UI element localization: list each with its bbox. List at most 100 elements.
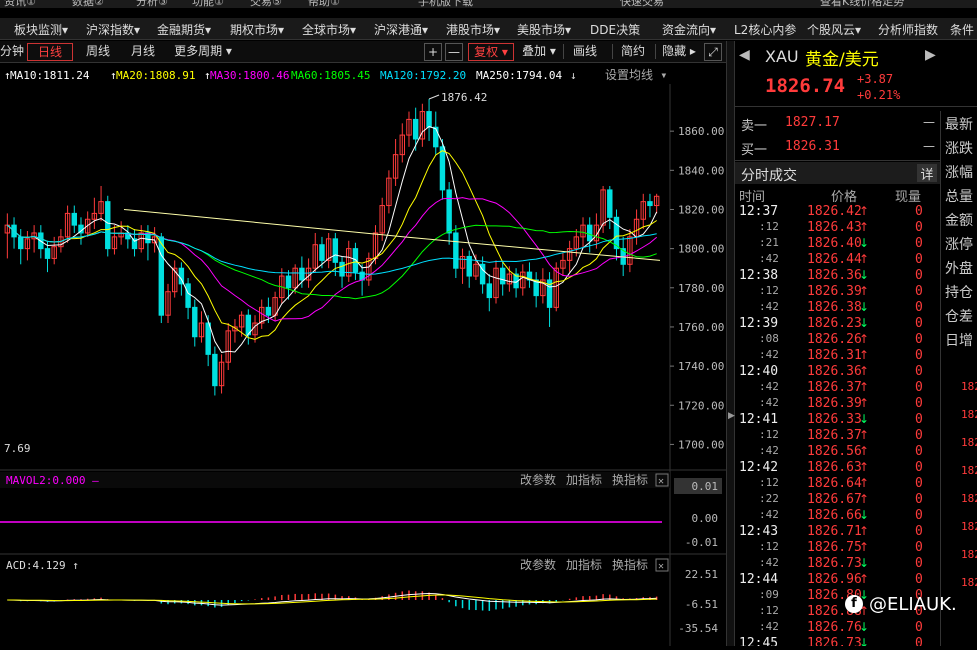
stat-label: 日增 (945, 333, 973, 349)
nav-item[interactable]: 资金流向▾ (662, 21, 716, 38)
collapse-handle-icon[interactable]: ▶ (728, 411, 735, 421)
ma-legend: MA250:1794.04 (476, 69, 562, 82)
simple-mode-button[interactable]: 简约 (616, 43, 650, 61)
price-axis-label: 1700.00 (678, 438, 724, 451)
tick-volume: 0 (915, 476, 923, 491)
tick-volume: 0 (915, 364, 923, 379)
overlay-dropdown[interactable]: 叠加 ▾ (518, 43, 560, 61)
top-menu-item[interactable]: 分析③ (136, 0, 168, 8)
tick-row: :12 1826.64 ↑ 0 (735, 476, 940, 492)
top-menu-item[interactable]: 快速交易 (620, 0, 664, 8)
more-periods-dropdown[interactable]: 更多周期 ▾ (168, 43, 238, 61)
tick-volume: 0 (915, 284, 923, 299)
tick-volume: 0 (915, 252, 923, 267)
tick-time: 12:40 (739, 364, 779, 379)
tick-direction-icon: ↓ (859, 300, 870, 314)
top-menu-item[interactable]: 查看K线价格走势 (820, 0, 904, 8)
tick-price: 1826.31 (807, 348, 862, 363)
tick-price: 1826.43 (807, 220, 862, 235)
tick-price: 1826.64 (807, 476, 862, 491)
quote-header: ◀ XAU 黄金/美元 ▶ 1826.74 +3.87 +0.21% (735, 41, 977, 107)
nav-item[interactable]: 沪深港通▾ (374, 21, 428, 38)
macd-swap-indicator: 换指标 (612, 557, 648, 572)
ticks-columns: 时间 价格 现量 (735, 186, 940, 205)
tick-price: 1826.37 (807, 428, 862, 443)
nav-item[interactable]: 个股风云▾ (807, 21, 861, 38)
ma-legend: MA20:1808.91 (116, 69, 195, 82)
tick-time: :08 (759, 332, 779, 345)
period-week-tab[interactable]: 周线 (77, 43, 119, 61)
tick-direction-icon: ↑ (859, 396, 870, 410)
ticks-detail-button[interactable]: 详 (917, 164, 937, 183)
draw-line-button[interactable]: 画线 (567, 43, 603, 61)
next-instrument-icon[interactable]: ▶ (925, 47, 936, 63)
nav-item[interactable]: 条件 (950, 21, 974, 38)
zoom-in-button[interactable]: + (424, 43, 442, 61)
tick-row: 12:41 1826.33 ↓ 0 (735, 412, 940, 428)
sell1-label: 卖一 (741, 119, 768, 134)
prev-instrument-icon[interactable]: ◀ (739, 47, 750, 63)
candle-body (185, 283, 191, 308)
nav-item[interactable]: 美股市场▾ (517, 21, 571, 38)
top-menu-item[interactable]: 交易⑤ (250, 0, 282, 8)
tick-volume: 0 (915, 380, 923, 395)
price-change-pct: +0.21% (857, 88, 901, 102)
top-menu-item[interactable]: 帮助① (308, 0, 340, 8)
top-menu-item[interactable]: 功能① (192, 0, 224, 8)
stat-value: 182 (961, 492, 977, 505)
ma-legend: ↓ (570, 69, 577, 82)
expand-icon[interactable]: ⤢ (704, 43, 722, 61)
tick-row: :12 1826.37 ↑ 0 (735, 428, 940, 444)
tick-time: :42 (759, 620, 779, 633)
nav-item[interactable]: DDE决策 (590, 21, 640, 38)
tick-time: :42 (759, 300, 779, 313)
top-menu-item[interactable]: 手机版下载 (418, 0, 473, 8)
tick-volume: 0 (915, 620, 923, 635)
tick-row: :21 1826.40 ↓ 0 (735, 236, 940, 252)
kline-chart-area[interactable]: ↑ MA10:1811.24 ↑ MA20:1808.91 ↑ MA30:1800.46 M… (0, 64, 726, 646)
stat-value: 182 (961, 576, 977, 589)
top-menu-item[interactable]: 资讯① (4, 0, 36, 8)
stat-label: 最新 (945, 117, 973, 133)
tick-row: :08 1826.26 ↑ 0 (735, 332, 940, 348)
tick-time: 12:37 (739, 204, 779, 219)
sell1-volume: — (923, 115, 935, 129)
nav-item[interactable]: L2核心内参 (734, 21, 796, 38)
tick-row: :12 1826.39 ↑ 0 (735, 284, 940, 300)
period-minute-tab[interactable]: 分钟 (0, 43, 24, 61)
facebook-icon: f (845, 595, 863, 613)
candle-body (446, 189, 452, 234)
tick-price: 1826.36 (807, 268, 862, 283)
zoom-out-button[interactable]: — (445, 43, 463, 61)
nav-item[interactable]: 沪深指数▾ (86, 21, 140, 38)
tick-time: :42 (759, 556, 779, 569)
stat-label: 外盘 (945, 261, 973, 277)
tick-volume: 0 (915, 236, 923, 251)
tick-direction-icon: ↑ (859, 252, 870, 266)
price-axis-label: 1800.00 (678, 243, 724, 256)
tick-time: :42 (759, 444, 779, 457)
nav-item[interactable]: 板块监测▾ (14, 21, 68, 38)
tick-row: 12:37 1826.42 ↑ 0 (735, 204, 940, 220)
tick-direction-icon: ↑ (859, 572, 870, 586)
nav-item[interactable]: 金融期货▾ (157, 21, 211, 38)
panel-splitter[interactable]: ▶ (726, 41, 735, 646)
period-day-tab[interactable]: 日线 (27, 43, 73, 61)
tick-price: 1826.71 (807, 524, 862, 539)
tick-row: 12:45 1826.73 ↓ 0 (735, 636, 940, 646)
adjust-dropdown[interactable]: 复权 ▾ (468, 43, 514, 61)
ticks-list[interactable]: 12:37 1826.42 ↑ 0:12 1826.43 ↑ 0:21 1826.40 ↓ 0:4… (735, 204, 940, 646)
ma10-line (6, 125, 658, 353)
nav-item[interactable]: 港股市场▾ (446, 21, 500, 38)
ma-legend: MA60:1805.45 (291, 69, 370, 82)
macd-close-glyph: ✕ (658, 561, 664, 572)
top-menu-item[interactable]: 数据② (72, 0, 104, 8)
tick-volume: 0 (915, 204, 923, 219)
period-month-tab[interactable]: 月线 (122, 43, 164, 61)
nav-item[interactable]: 期权市场▾ (230, 21, 284, 38)
macd-add-indicator: 加指标 (566, 557, 602, 572)
hide-panel-button[interactable]: 隐藏 ▸ (658, 43, 700, 61)
nav-item[interactable]: 全球市场▾ (302, 21, 356, 38)
nav-item[interactable]: 分析师指数 (878, 21, 938, 38)
kline-chart[interactable]: ↑ MA10:1811.24 ↑ MA20:1808.91 ↑ MA30:1800.46 M… (0, 64, 726, 646)
